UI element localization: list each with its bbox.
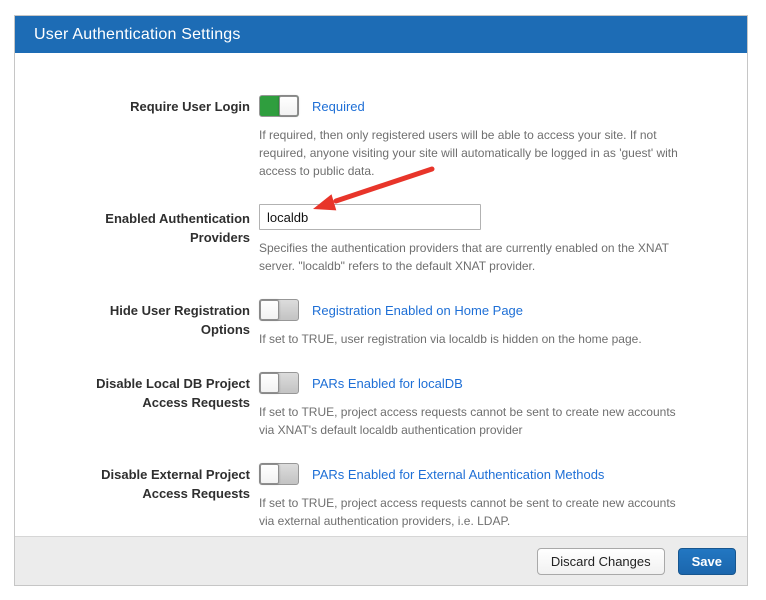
user-authentication-settings-panel: User Authentication Settings Require Use… (14, 15, 748, 586)
require-user-login-status-link[interactable]: Required (312, 99, 365, 114)
disable-localdb-par-status-link[interactable]: PARs Enabled for localDB (312, 376, 463, 391)
setting-row-enabled-auth-providers: Enabled Authentication Providers Specifi… (15, 204, 747, 275)
setting-description: Specifies the authentication providers t… (259, 239, 689, 275)
panel-footer: Discard Changes Save (15, 536, 747, 585)
setting-row-disable-external-par: Disable External Project Access Requests… (15, 463, 747, 530)
setting-row-require-user-login: Require User Login Required If required,… (15, 95, 747, 180)
discard-changes-button[interactable]: Discard Changes (537, 548, 665, 575)
setting-label: Disable Local DB Project Access Requests (86, 372, 250, 413)
panel-title: User Authentication Settings (34, 26, 241, 44)
require-user-login-toggle[interactable] (259, 95, 299, 117)
setting-description: If set to TRUE, project access requests … (259, 494, 689, 530)
toggle-knob (260, 373, 279, 393)
setting-description: If set to TRUE, project access requests … (259, 403, 689, 439)
toggle-knob (260, 300, 279, 320)
setting-label: Require User Login (86, 95, 250, 117)
save-button[interactable]: Save (678, 548, 736, 575)
toggle-knob (260, 464, 279, 484)
disable-external-par-status-link[interactable]: PARs Enabled for External Authentication… (312, 467, 604, 482)
panel-body: Require User Login Required If required,… (15, 53, 747, 536)
setting-label: Disable External Project Access Requests (86, 463, 250, 504)
panel-header: User Authentication Settings (15, 16, 747, 53)
setting-row-disable-localdb-par: Disable Local DB Project Access Requests… (15, 372, 747, 439)
setting-description: If set to TRUE, user registration via lo… (259, 330, 689, 348)
setting-label: Enabled Authentication Providers (86, 204, 250, 248)
hide-user-registration-toggle[interactable] (259, 299, 299, 321)
setting-description: If required, then only registered users … (259, 126, 689, 180)
setting-label: Hide User Registration Options (86, 299, 250, 340)
toggle-knob (279, 96, 298, 116)
enabled-auth-providers-input[interactable] (259, 204, 481, 230)
disable-external-par-toggle[interactable] (259, 463, 299, 485)
setting-row-hide-user-registration: Hide User Registration Options Registrat… (15, 299, 747, 348)
hide-user-registration-status-link[interactable]: Registration Enabled on Home Page (312, 303, 523, 318)
disable-localdb-par-toggle[interactable] (259, 372, 299, 394)
